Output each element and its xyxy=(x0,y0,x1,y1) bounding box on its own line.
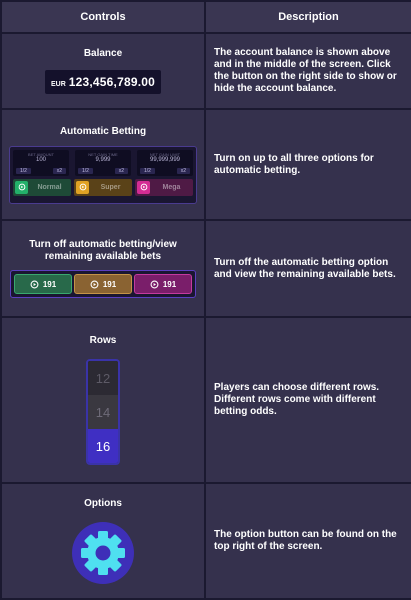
stop-auto-normal-button[interactable]: 191 xyxy=(14,274,72,294)
balance-amount: 123,456,789.00 xyxy=(68,75,155,89)
gear-icon xyxy=(72,522,134,584)
field-value: 9,999 xyxy=(95,156,111,163)
autoplay-icon xyxy=(90,280,99,288)
rows-description: Players can choose different rows. Diffe… xyxy=(204,316,411,484)
remaining-count: 191 xyxy=(102,279,117,289)
balance-currency: EUR xyxy=(51,81,66,88)
field-label: NET GAIN LIMIT xyxy=(149,151,181,157)
rows-control-cell: Rows 12 14 16 xyxy=(0,316,206,484)
auto-mega-label: Mega xyxy=(162,183,181,191)
auto-betting-control-cell: Automatic Betting BET AMOUNT 100 1/2 x2 N… xyxy=(0,108,206,221)
balance-description: The account balance is shown above and i… xyxy=(204,32,411,110)
description-header: Description xyxy=(204,0,411,34)
double-button[interactable]: x2 xyxy=(176,167,190,174)
options-button[interactable] xyxy=(72,522,134,584)
remaining-bets-description: Turn off the automatic betting option an… xyxy=(204,219,411,318)
field-label: NET GAIN TIME xyxy=(88,151,118,157)
table-header-row: Controls Description xyxy=(0,0,411,34)
halve-button[interactable]: 1/2 xyxy=(140,167,155,174)
autoplay-icon xyxy=(150,280,159,288)
double-button[interactable]: x2 xyxy=(52,167,66,174)
auto-betting-title: Automatic Betting xyxy=(59,125,147,137)
options-title: Options xyxy=(84,498,122,509)
auto-mega-button[interactable]: Mega xyxy=(135,178,193,196)
double-button[interactable]: x2 xyxy=(114,167,128,174)
controls-table: Controls Description Balance EUR 123,456,… xyxy=(0,0,411,600)
balance-display: EUR 123,456,789.00 xyxy=(45,70,161,94)
remaining-count: 191 xyxy=(42,279,57,289)
balance-title: Balance xyxy=(83,48,123,59)
row-option-12[interactable]: 12 xyxy=(88,361,118,395)
remaining-count: 191 xyxy=(162,279,177,289)
auto-normal-button[interactable]: Normal xyxy=(13,178,71,196)
auto-super-button[interactable]: Super xyxy=(74,178,132,196)
halve-button[interactable]: 1/2 xyxy=(16,167,31,174)
help-panel: Controls Description Balance EUR 123,456,… xyxy=(0,0,411,600)
remaining-bets-panel: 191 191 191 xyxy=(10,270,196,298)
table-row: Automatic Betting BET AMOUNT 100 1/2 x2 N… xyxy=(0,108,411,221)
stop-auto-super-button[interactable]: 191 xyxy=(74,274,132,294)
bet-amount-field[interactable]: BET AMOUNT 100 1/2 x2 xyxy=(13,149,69,176)
remaining-bets-title: Turn off automatic betting/view remainin… xyxy=(29,239,177,262)
autoplay-icon xyxy=(76,180,89,194)
field-value: 99,999,999 xyxy=(149,156,181,163)
rows-title: Rows xyxy=(89,335,117,346)
table-row: Rows 12 14 16 Players can choose differe… xyxy=(0,316,411,484)
balance-control-cell: Balance EUR 123,456,789.00 xyxy=(0,32,206,110)
table-row: Balance EUR 123,456,789.00 The account ba… xyxy=(0,32,411,110)
table-row: Options The option button can be found o… xyxy=(0,482,411,600)
auto-betting-panel: BET AMOUNT 100 1/2 x2 NET GAIN TIME 9,999… xyxy=(9,145,197,204)
table-row: Turn off automatic betting/view remainin… xyxy=(0,219,411,318)
autoplay-icon xyxy=(30,280,39,288)
autoplay-icon xyxy=(15,180,28,194)
row-option-14[interactable]: 14 xyxy=(88,395,118,429)
net-gain-limit-field[interactable]: NET GAIN LIMIT 99,999,999 1/2 x2 xyxy=(137,149,193,176)
net-gain-time-field[interactable]: NET GAIN TIME 9,999 1/2 x2 xyxy=(75,149,131,176)
row-option-16-selected[interactable]: 16 xyxy=(88,429,118,463)
options-control-cell: Options xyxy=(0,482,206,600)
auto-betting-description: Turn on up to all three options for auto… xyxy=(204,108,411,221)
stop-auto-mega-button[interactable]: 191 xyxy=(134,274,192,294)
rows-selector: 12 14 16 xyxy=(86,359,120,465)
remaining-bets-control-cell: Turn off automatic betting/view remainin… xyxy=(0,219,206,318)
options-description: The option button can be found on the to… xyxy=(204,482,411,600)
field-value: 100 xyxy=(35,156,46,163)
auto-normal-label: Normal xyxy=(37,183,62,191)
controls-header: Controls xyxy=(0,0,206,34)
auto-super-label: Super xyxy=(100,183,121,191)
autoplay-icon xyxy=(137,180,150,194)
field-label: BET AMOUNT xyxy=(28,151,54,157)
halve-button[interactable]: 1/2 xyxy=(78,167,93,174)
